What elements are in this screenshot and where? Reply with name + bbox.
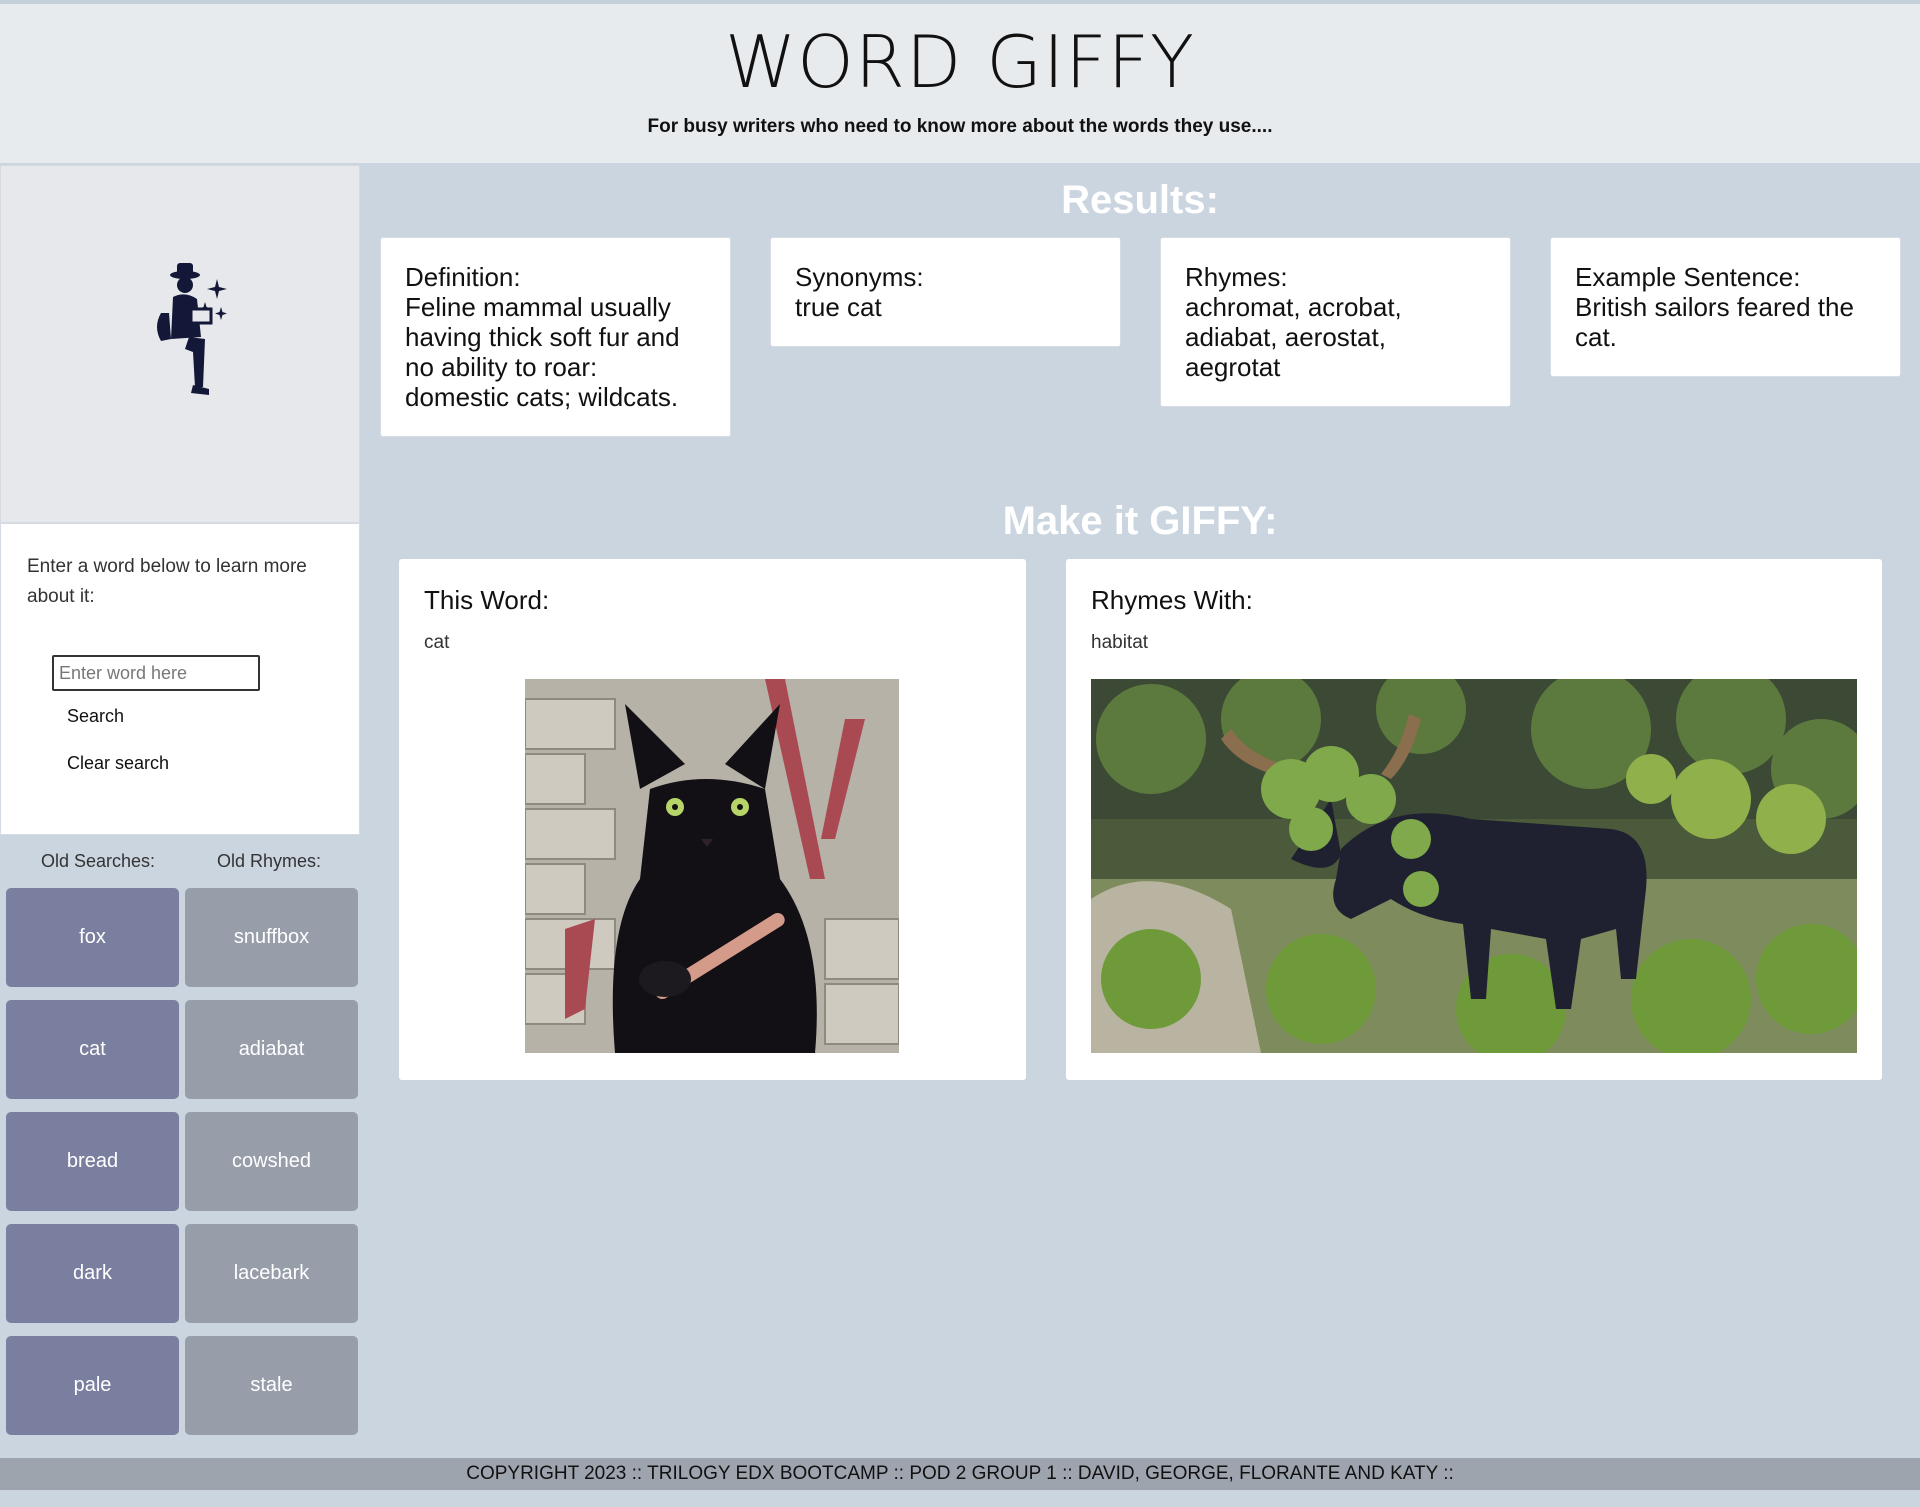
search-button[interactable]: Search — [55, 702, 136, 731]
site-footer: COPYRIGHT 2023 :: TRILOGY EDX BOOTCAMP :… — [0, 1458, 1920, 1490]
example-sentence-text: British sailors feared the cat. — [1575, 292, 1854, 352]
rhymes-label: Rhymes: — [1185, 262, 1288, 292]
search-prompt: Enter a word below to learn more about i… — [27, 556, 307, 607]
old-rhyme-button[interactable]: stale — [185, 1336, 358, 1435]
moon-reader-logo-icon — [125, 262, 240, 395]
site-tagline: For busy writers who need to know more a… — [647, 116, 1273, 137]
rhymes-with-card: Rhymes With: habitat — [1066, 559, 1882, 1080]
cat-gif-image — [525, 679, 899, 1053]
old-search-button[interactable]: cat — [6, 1000, 179, 1099]
synonyms-label: Synonyms: — [795, 262, 924, 292]
cat-gif — [525, 679, 899, 1053]
logo-panel — [0, 165, 360, 523]
this-word-card: This Word: cat — [399, 559, 1026, 1080]
synonyms-card: Synonyms: true cat — [770, 237, 1121, 347]
old-searches-heading: Old Searches: — [40, 851, 156, 871]
site-title: WORD GIFFY — [724, 20, 1196, 104]
synonyms-text: true cat — [795, 292, 882, 322]
definition-label: Definition: — [405, 262, 521, 292]
rhymes-text: achromat, acrobat, adiabat, aerostat, ae… — [1185, 292, 1402, 382]
footer-copyright: COPYRIGHT 2023 :: TRILOGY EDX BOOTCAMP :… — [466, 1463, 1454, 1484]
old-search-button[interactable]: pale — [6, 1336, 179, 1435]
old-rhyme-button[interactable]: cowshed — [185, 1112, 358, 1211]
old-searches-list: fox cat bread dark pale — [6, 888, 179, 1448]
old-search-button[interactable]: dark — [6, 1224, 179, 1323]
footer-strip — [0, 1490, 1920, 1507]
old-rhymes-list: snuffbox adiabat cowshed lacebark stale — [185, 888, 358, 1448]
old-rhyme-button[interactable]: adiabat — [185, 1000, 358, 1099]
moose-gif — [1091, 679, 1857, 1053]
old-search-button[interactable]: fox — [6, 888, 179, 987]
rhymes-with-value: habitat — [1091, 632, 1149, 653]
old-rhymes-heading: Old Rhymes: — [216, 851, 322, 871]
rhymes-with-label: Rhymes With: — [1091, 585, 1253, 615]
this-word-label: This Word: — [424, 585, 550, 615]
results-heading: Results: — [1061, 178, 1219, 222]
rhymes-card: Rhymes: achromat, acrobat, adiabat, aero… — [1160, 237, 1511, 407]
definition-card: Definition: Feline mammal usually having… — [380, 237, 731, 437]
old-rhyme-button[interactable]: lacebark — [185, 1224, 358, 1323]
site-header: WORD GIFFY For busy writers who need to … — [0, 0, 1920, 163]
old-rhyme-button[interactable]: snuffbox — [185, 888, 358, 987]
clear-search-button[interactable]: Clear search — [55, 749, 181, 778]
moose-gif-image — [1091, 679, 1857, 1053]
example-sentence-label: Example Sentence: — [1575, 262, 1801, 292]
definition-text: Feline mammal usually having thick soft … — [405, 292, 680, 412]
old-search-button[interactable]: bread — [6, 1112, 179, 1211]
giffy-heading: Make it GIFFY: — [1002, 499, 1278, 543]
search-panel: Enter a word below to learn more about i… — [0, 523, 360, 835]
example-sentence-card: Example Sentence: British sailors feared… — [1550, 237, 1901, 377]
this-word-value: cat — [424, 632, 450, 653]
word-search-input[interactable] — [52, 655, 260, 691]
